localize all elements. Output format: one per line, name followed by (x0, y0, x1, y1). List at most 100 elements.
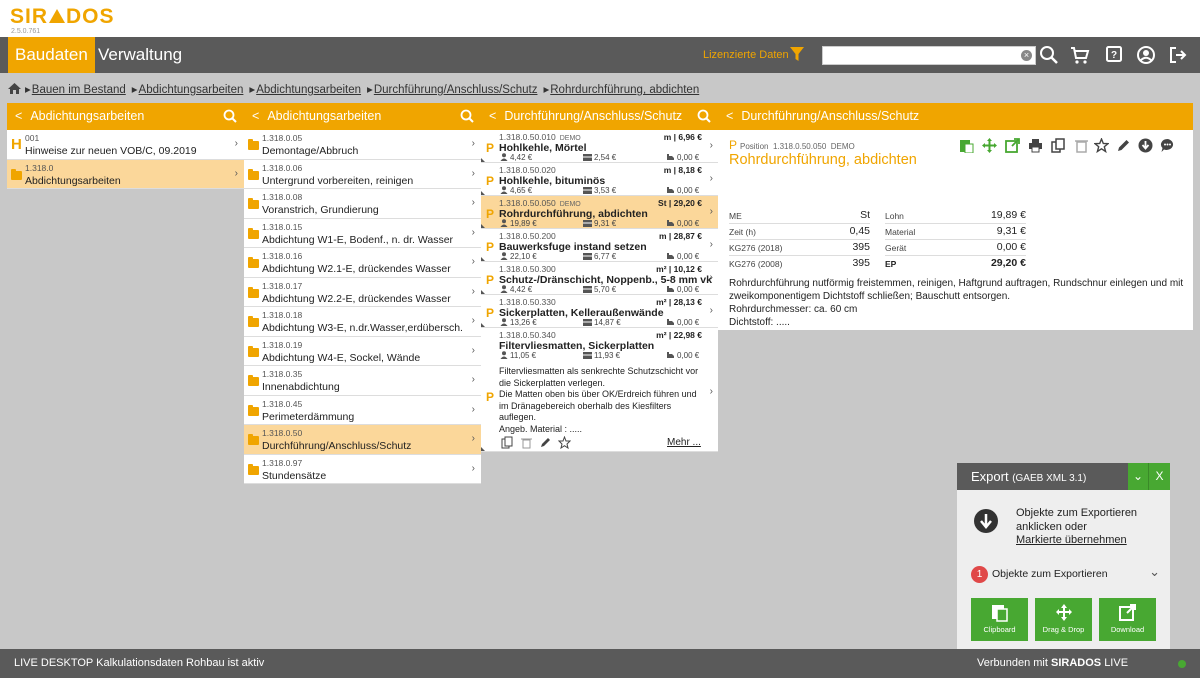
field-value: 395 (852, 241, 870, 253)
list-item[interactable]: H 001 Hinweise zur neuen VOB/C, 09.2019 › (7, 130, 244, 160)
folder-icon (248, 139, 259, 150)
tab-verwaltung[interactable]: Verwaltung (91, 37, 189, 73)
item-code: 1.318.0.18 (262, 310, 303, 320)
clipboard-button[interactable]: Clipboard (971, 598, 1028, 641)
trash-icon[interactable] (1074, 138, 1089, 153)
list-item[interactable]: 1.318.0.50 Durchführung/Anschluss/Schutz › (244, 425, 481, 455)
breadcrumb-item[interactable]: Abdichtungsarbeiten (132, 84, 244, 96)
column-2-header[interactable]: < Abdichtungsarbeiten (244, 103, 481, 130)
search-input[interactable] (823, 47, 1013, 64)
equipment-cost: 0,00 € (666, 153, 699, 162)
position-item[interactable]: P 1.318.0.50.300 m² | 10,12 € Schutz-/Dräns… (481, 262, 718, 295)
back-icon[interactable]: < (489, 109, 496, 123)
chevron-right-icon: › (709, 206, 713, 217)
unit-price: m | 8,18 € (663, 165, 702, 175)
star-icon[interactable] (1094, 138, 1109, 153)
clipboard-icon[interactable] (959, 138, 974, 153)
breadcrumb-item[interactable]: Durchführung/Anschluss/Schutz (367, 84, 538, 96)
search-icon[interactable] (1039, 45, 1059, 65)
item-code: 1.318.0 (25, 162, 54, 173)
download-icon[interactable] (1138, 138, 1153, 153)
list-item[interactable]: 1.318.0.18 Abdichtung W3-E, n.dr.Wasser,e… (244, 307, 481, 337)
chevron-right-icon: › (234, 167, 238, 179)
field-value: 0,00 € (996, 241, 1026, 253)
column-3-title: Durchführung/Anschluss/Schutz (504, 109, 683, 123)
drag-drop-button[interactable]: Drag & Drop (1035, 598, 1092, 641)
more-link[interactable]: Mehr ... (667, 437, 701, 448)
folder-icon (248, 227, 259, 239)
apply-selected-link[interactable]: Markierte übernehmen (1016, 534, 1137, 548)
list-item[interactable]: 1.318.0.45 Perimeterdämmung › (244, 395, 481, 425)
search-icon[interactable] (697, 109, 711, 123)
position-item[interactable]: P 1.318.0.50.010 DEMO m | 6,96 € Hohlkehle, … (481, 130, 718, 163)
external-link-icon[interactable] (1005, 138, 1020, 153)
breadcrumb-item[interactable]: Rohrdurchführung, abdichten (543, 84, 699, 96)
labor-icon (500, 285, 508, 293)
position-item[interactable]: P 1.318.0.50.050 DEMO St | 29,20 € Rohrdurch… (481, 196, 718, 229)
list-item[interactable]: 1.318.0.17 Abdichtung W2.2-E, drückendes … (244, 277, 481, 307)
edit-icon[interactable] (1116, 138, 1131, 153)
move-icon[interactable] (982, 138, 997, 153)
unit-price: m² | 28,13 € (656, 297, 702, 307)
sirados-logo[interactable]: SIR DOS (10, 5, 115, 29)
list-item[interactable]: 1.318.0.35 Innenabdichtung › (244, 366, 481, 396)
equipment-icon (667, 319, 674, 325)
download-button[interactable]: Download (1099, 598, 1156, 641)
item-name: Innenabdichtung (262, 381, 340, 393)
list-item[interactable]: 1.318.0.08 Voranstrich, Grundierung › (244, 189, 481, 219)
item-code: 1.318.0.17 (262, 280, 303, 291)
trash-icon[interactable] (520, 436, 533, 449)
back-icon[interactable]: < (252, 109, 259, 123)
collapse-button[interactable]: ⌄ (1128, 463, 1149, 490)
list-item[interactable]: 1.318.0.15 Abdichtung W1-E, Bodenf., n. d… (244, 218, 481, 248)
copy-icon[interactable] (501, 436, 514, 449)
detail-header[interactable]: < Durchführung/Anschluss/Schutz (718, 103, 1193, 130)
user-icon[interactable] (1136, 45, 1156, 65)
list-item[interactable]: 1.318.0.97 Stundensätze › (244, 454, 481, 484)
position-description: Rohrdurchführung nutförmig freistemmen, … (729, 278, 1184, 328)
filter-icon[interactable] (790, 47, 804, 62)
corner-marker (481, 224, 485, 228)
cart-icon[interactable] (1070, 45, 1090, 65)
comment-icon[interactable] (1160, 138, 1175, 153)
column-1-header[interactable]: < Abdichtungsarbeiten (7, 103, 244, 130)
position-label: Position (740, 142, 769, 151)
export-count-badge: 1 (971, 566, 988, 583)
field-value: 29,20 € (990, 257, 1026, 269)
position-item[interactable]: P 1.318.0.50.020 m | 8,18 € Hohlkehle, bitu… (481, 163, 718, 196)
position-item[interactable]: 1.318.0.50.340 m² | 22,98 € Filtervliesmat… (481, 328, 718, 362)
chevron-right-icon: › (709, 305, 713, 316)
close-button[interactable]: X (1149, 463, 1170, 490)
item-code: 1.318.0.08 (262, 192, 303, 202)
expanded-item[interactable]: P Filtervliesmatten als senkrechte Schut… (481, 362, 718, 452)
equipment-cost: 0,00 € (666, 318, 699, 327)
search-icon[interactable] (223, 109, 237, 123)
edit-icon[interactable] (539, 436, 552, 449)
star-icon[interactable] (557, 435, 572, 450)
list-item[interactable]: 1.318.0.06 Untergrund vorbereiten, reinig… (244, 159, 481, 189)
logout-icon[interactable] (1168, 45, 1188, 65)
home-icon[interactable] (8, 83, 21, 94)
list-item[interactable]: 1.318.0 Abdichtungsarbeiten › (7, 159, 244, 189)
licensed-data-label[interactable]: Lizenzierte Daten (703, 49, 789, 61)
item-code: 1.318.0.50 (262, 428, 303, 438)
list-item[interactable]: 1.318.0.16 Abdichtung W2.1-E, drückendes … (244, 248, 481, 278)
back-icon[interactable]: < (726, 109, 733, 123)
list-item[interactable]: 1.318.0.19 Abdichtung W4-E, Sockel, Wände… (244, 336, 481, 366)
clear-icon[interactable]: × (1021, 50, 1032, 61)
back-icon[interactable]: < (15, 109, 22, 123)
print-icon[interactable] (1028, 138, 1043, 153)
tab-baudaten[interactable]: Baudaten (8, 37, 95, 73)
column-3-header[interactable]: < Durchführung/Anschluss/Schutz (481, 103, 718, 130)
copy-icon[interactable] (1051, 138, 1066, 153)
help-icon[interactable]: ? (1104, 45, 1124, 65)
expanded-description: Filtervliesmatten als senkrechte Schutzs… (499, 366, 699, 434)
chevron-right-icon: › (471, 167, 475, 179)
position-item[interactable]: P 1.318.0.50.200 m | 28,87 € Bauwerksfuge i… (481, 229, 718, 262)
breadcrumb-item[interactable]: Bauen im Bestand (25, 84, 126, 96)
list-item[interactable]: 1.318.0.05 Demontage/Abbruch › (244, 130, 481, 160)
breadcrumb-item[interactable]: Abdichtungsarbeiten (249, 84, 361, 96)
search-icon[interactable] (460, 109, 474, 123)
export-count-row[interactable]: 1 Objekte zum Exportieren ⌄ (957, 559, 1170, 589)
position-item[interactable]: P 1.318.0.50.330 m² | 28,13 € Sickerplatten… (481, 295, 718, 328)
